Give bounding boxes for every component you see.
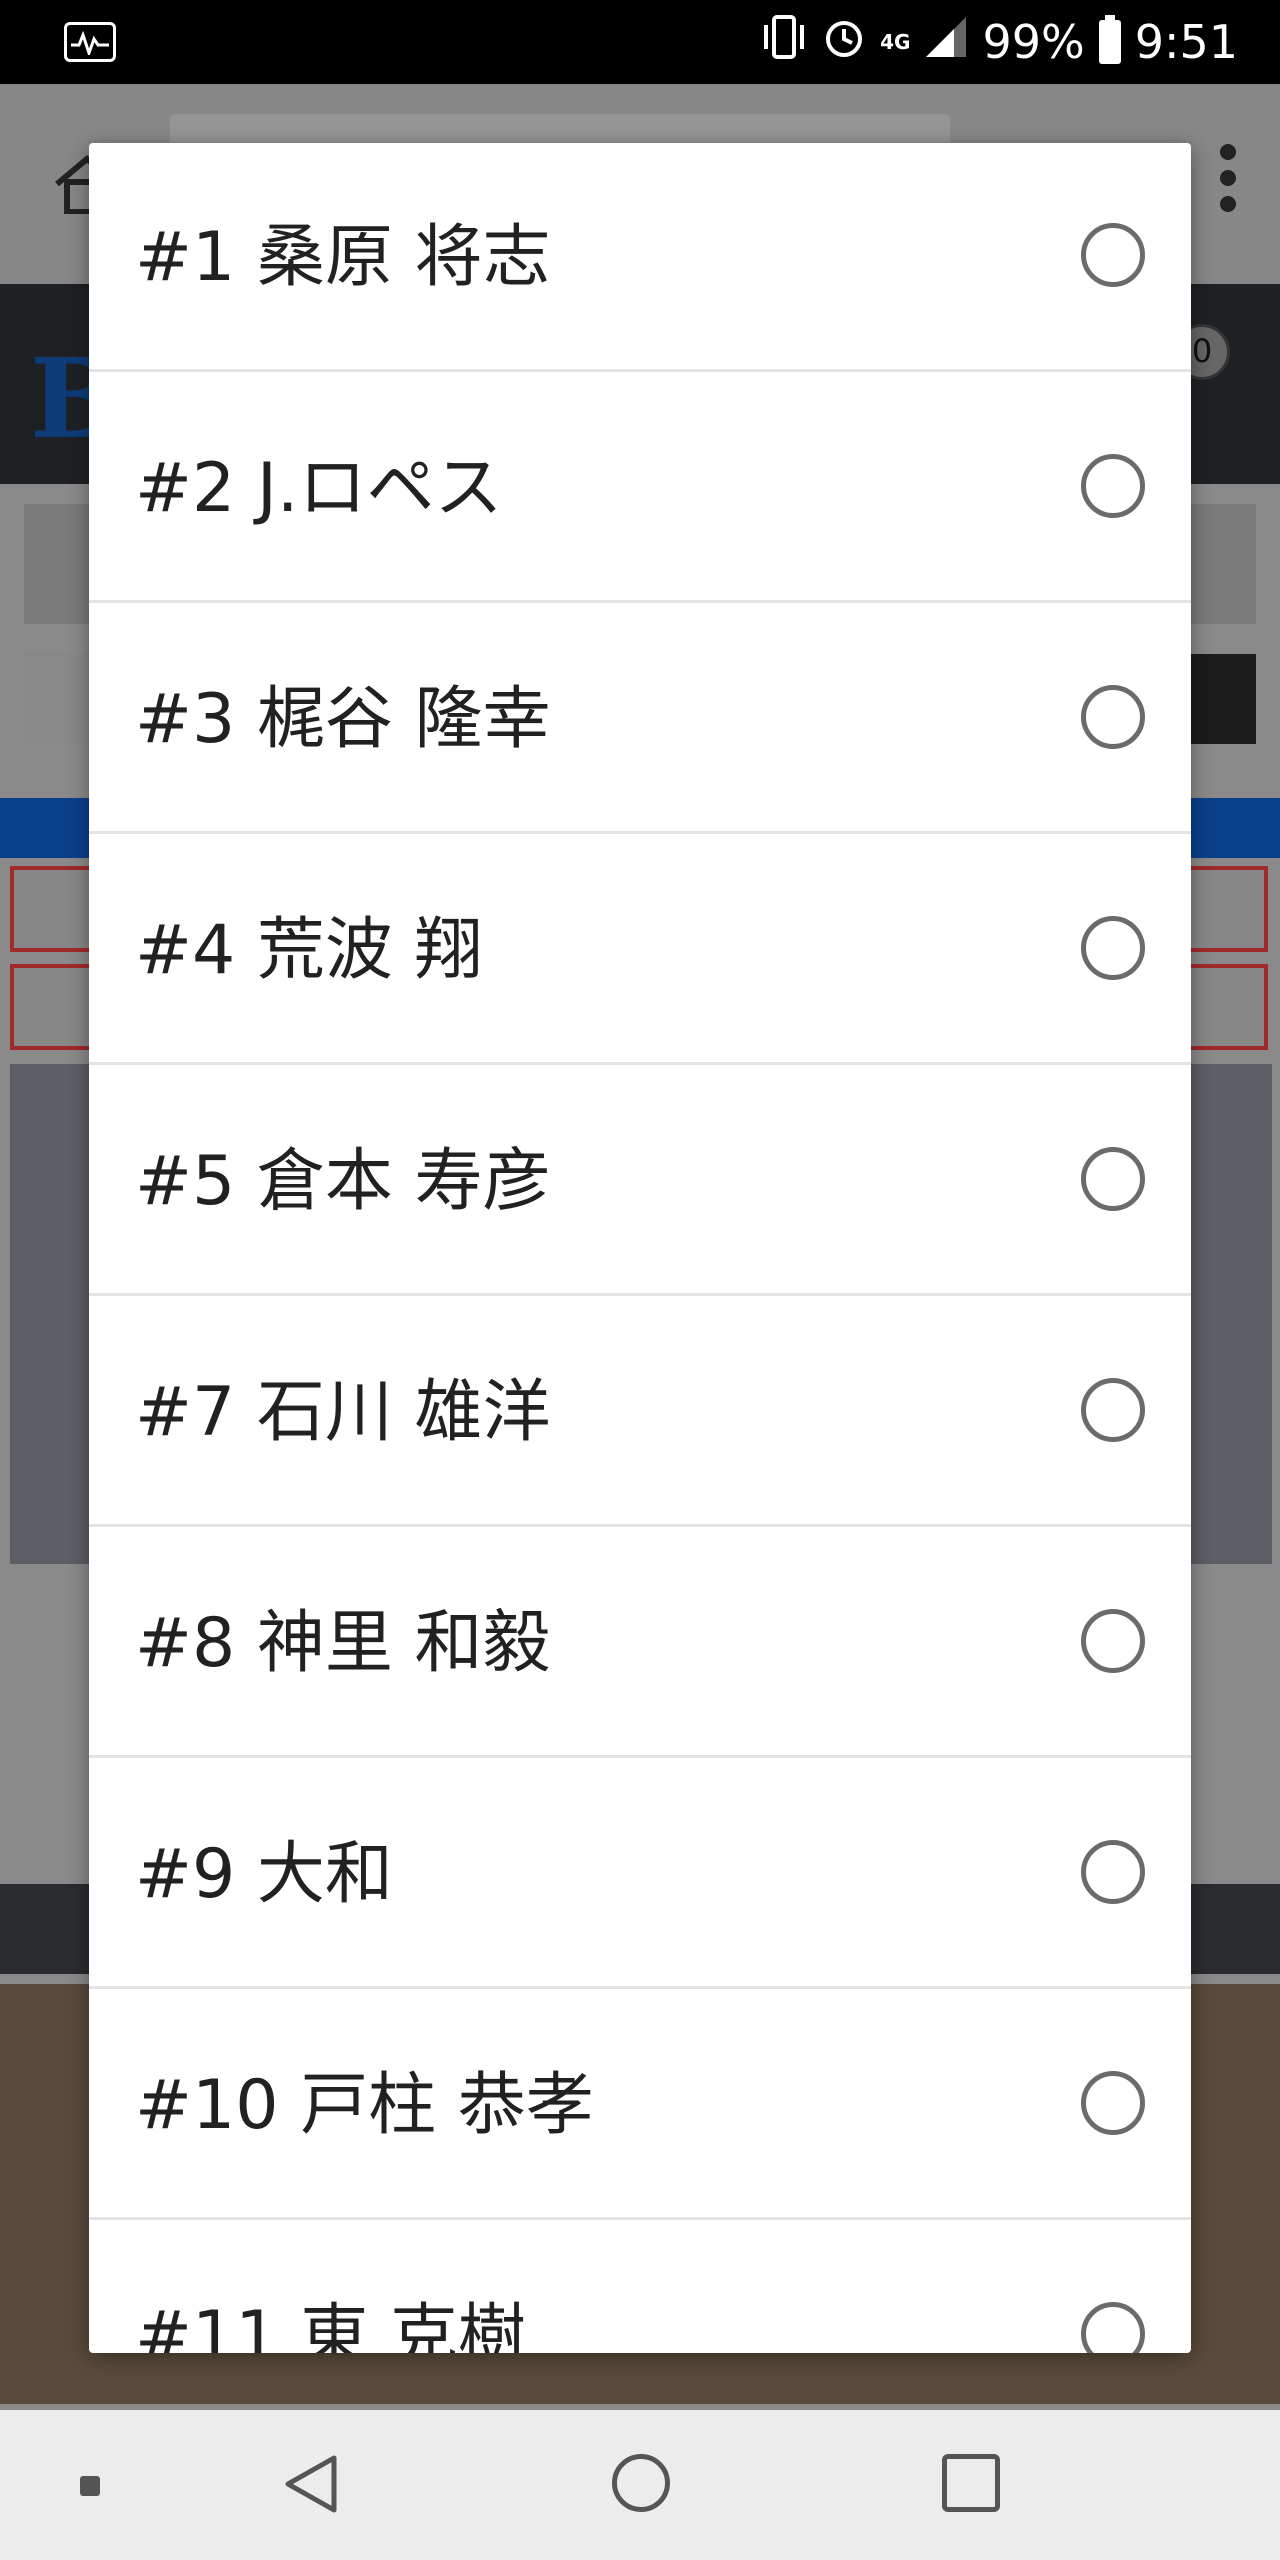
home-button-icon[interactable] — [612, 2454, 670, 2512]
player-option[interactable]: #4 荒波 翔 — [89, 836, 1191, 1065]
player-option-label: #10 戸柱 恭孝 — [135, 2066, 594, 2145]
navigation-bar — [0, 2410, 1280, 2560]
battery-percent: 99% — [982, 15, 1085, 69]
radio-button-icon[interactable] — [1081, 2071, 1145, 2135]
player-option-label: #9 大和 — [135, 1835, 393, 1914]
vibrate-icon — [760, 14, 808, 70]
menu-dots-icon — [1220, 144, 1240, 224]
player-option[interactable]: #11 東 克樹 — [89, 2222, 1191, 2353]
radio-button-icon[interactable] — [1081, 1840, 1145, 1904]
clock: 9:51 — [1134, 15, 1238, 69]
radio-button-icon[interactable] — [1081, 916, 1145, 980]
player-option[interactable]: #7 石川 雄洋 — [89, 1298, 1191, 1527]
alarm-icon — [822, 15, 866, 70]
radio-button-icon[interactable] — [1081, 1147, 1145, 1211]
back-icon[interactable] — [282, 2454, 342, 2518]
radio-button-icon[interactable] — [1081, 223, 1145, 287]
player-option-label: #2 J.ロペス — [135, 449, 503, 528]
player-option[interactable]: #10 戸柱 恭孝 — [89, 1991, 1191, 2220]
player-option-label: #4 荒波 翔 — [135, 911, 483, 990]
player-option[interactable]: #2 J.ロペス — [89, 374, 1191, 603]
player-option[interactable]: #9 大和 — [89, 1760, 1191, 1989]
radio-button-icon[interactable] — [1081, 1609, 1145, 1673]
player-option[interactable]: #5 倉本 寿彦 — [89, 1067, 1191, 1296]
player-option-label: #8 神里 和毅 — [135, 1604, 551, 1683]
activity-icon — [64, 22, 116, 62]
player-option-label: #7 石川 雄洋 — [135, 1373, 551, 1452]
player-option[interactable]: #1 桑原 将志 — [89, 143, 1191, 372]
player-option-label: #1 桑原 将志 — [135, 218, 551, 297]
player-option[interactable]: #3 梶谷 隆幸 — [89, 605, 1191, 834]
recents-icon[interactable] — [942, 2454, 1000, 2512]
nav-dot-icon — [80, 2476, 100, 2496]
radio-button-icon[interactable] — [1081, 1378, 1145, 1442]
player-option-label: #11 東 克樹 — [135, 2297, 526, 2353]
player-option-label: #3 梶谷 隆幸 — [135, 680, 551, 759]
network-4g-icon: 4G — [880, 30, 911, 54]
player-option-label: #5 倉本 寿彦 — [135, 1142, 551, 1221]
radio-button-icon[interactable] — [1081, 454, 1145, 518]
signal-icon — [924, 15, 968, 70]
player-option[interactable]: #8 神里 和毅 — [89, 1529, 1191, 1758]
status-bar: 4G 99% 9:51 — [0, 0, 1280, 84]
battery-icon — [1098, 15, 1121, 64]
radio-button-icon[interactable] — [1081, 685, 1145, 749]
radio-button-icon[interactable] — [1081, 2302, 1145, 2353]
player-select-dialog: #1 桑原 将志 #2 J.ロペス #3 梶谷 隆幸 #4 荒波 翔 #5 倉本 寿彦 #… — [89, 143, 1191, 2353]
